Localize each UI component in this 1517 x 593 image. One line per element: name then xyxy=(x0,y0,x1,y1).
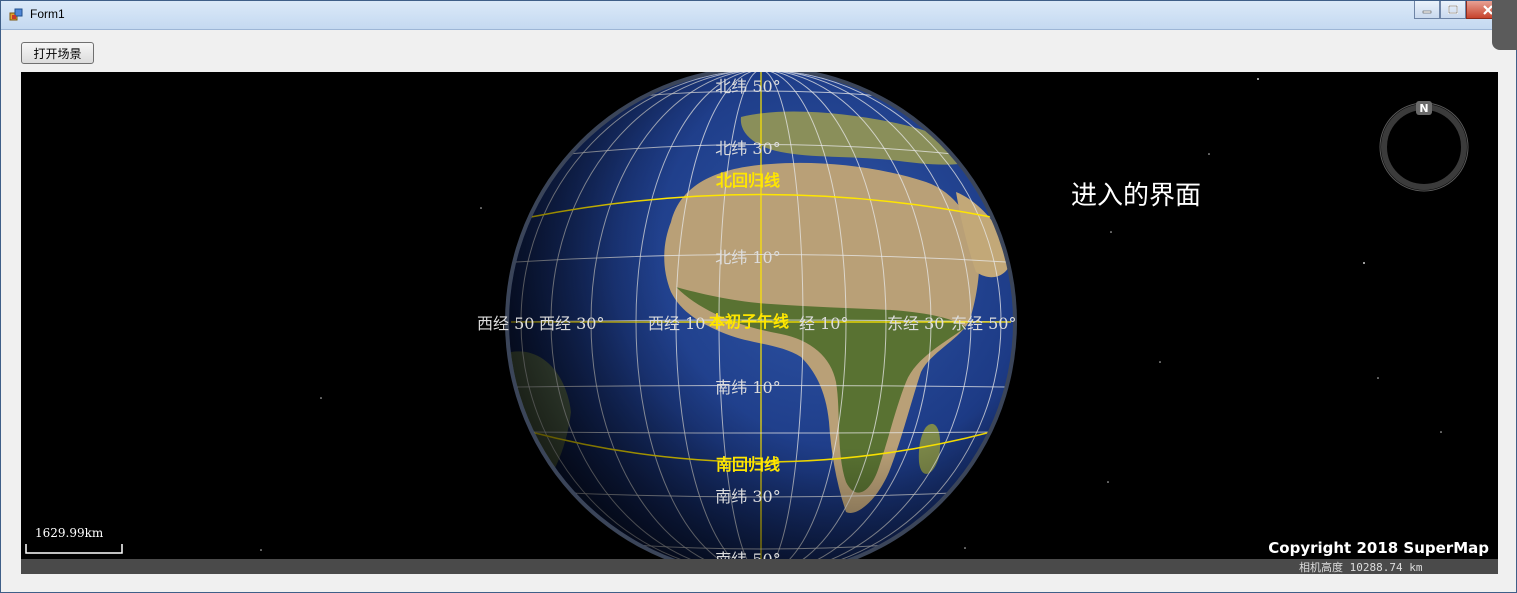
label-w50: 西经 50 xyxy=(477,314,534,333)
minimize-icon xyxy=(1422,10,1432,13)
label-tropic-cancer: 北回归线 xyxy=(716,171,780,190)
client-area: 打开场景 北纬 50° 北纬 30° 北回归线 北纬 10° 南纬 10° 南回… xyxy=(8,31,1510,587)
title-bar[interactable]: Form1 xyxy=(1,1,1516,30)
label-tropic-capricorn: 南回归线 xyxy=(716,455,780,474)
label-n30: 北纬 30° xyxy=(715,139,780,158)
label-n10: 北纬 10° xyxy=(715,248,780,267)
scrollbar-thumb[interactable] xyxy=(1492,0,1517,50)
globe-scene[interactable]: 北纬 50° 北纬 30° 北回归线 北纬 10° 南纬 10° 南回归线 南纬… xyxy=(21,72,1498,574)
label-w30: 西经 30° xyxy=(539,314,604,333)
label-e50: 东经 50° xyxy=(951,314,1016,333)
open-scene-button[interactable]: 打开场景 xyxy=(21,42,94,64)
scale-bar-label: 1629.99km xyxy=(35,526,104,540)
label-s10: 南纬 10° xyxy=(715,378,780,397)
minimize-button[interactable] xyxy=(1414,1,1440,19)
overlay-caption: 进入的界面 xyxy=(1071,181,1201,211)
status-strip xyxy=(21,559,1498,574)
copyright-text: Copyright 2018 SuperMap xyxy=(1268,539,1489,557)
maximize-button[interactable] xyxy=(1440,1,1466,19)
maximize-icon xyxy=(1448,5,1458,14)
label-w10: 西经 10 xyxy=(648,314,705,333)
compass-ring[interactable] xyxy=(1381,104,1467,190)
label-e10: 经 10° xyxy=(799,314,848,333)
label-s30: 南纬 30° xyxy=(715,487,780,506)
label-n50: 北纬 50° xyxy=(715,77,780,96)
scene-viewport[interactable]: 北纬 50° 北纬 30° 北回归线 北纬 10° 南纬 10° 南回归线 南纬… xyxy=(21,72,1498,574)
compass-widget[interactable]: N xyxy=(1379,101,1469,192)
camera-height-text: 相机高度 10288.74 km xyxy=(1299,560,1423,574)
window-title: Form1 xyxy=(30,7,65,21)
app-icon xyxy=(9,8,23,21)
compass-north-label: N xyxy=(1419,102,1428,115)
application-window: Form1 打开场景 北纬 50° 北纬 30° 北回归线 北纬 10° 南纬 … xyxy=(0,0,1517,593)
scale-bar: 1629.99km xyxy=(25,526,123,554)
label-prime-meridian: 本初子午线 xyxy=(709,312,789,331)
label-e30: 东经 30 xyxy=(887,314,944,333)
